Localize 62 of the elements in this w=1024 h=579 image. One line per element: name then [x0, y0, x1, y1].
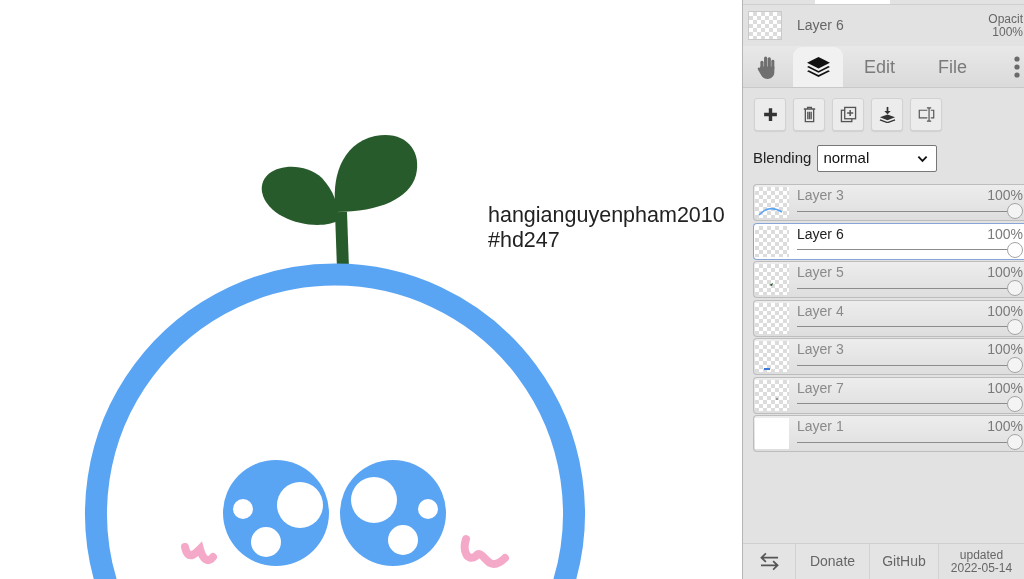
delete-layer-button[interactable] [793, 98, 825, 131]
layer-item[interactable]: Layer 5 100% [753, 261, 1024, 298]
hashtag-text: #hd247 [488, 228, 561, 253]
opacity-percent: 100% [987, 225, 1024, 242]
layer-name: Layer 6 [797, 225, 844, 242]
opacity-value: 100% [992, 25, 1023, 39]
slider-thumb[interactable] [1007, 280, 1023, 296]
layer-item[interactable]: Layer 4 100% [753, 299, 1024, 337]
more-options-icon[interactable] [1014, 55, 1020, 78]
layer-item[interactable]: Layer 6 100% [753, 222, 1024, 260]
slider-thumb[interactable] [1007, 434, 1023, 450]
opacity-slider[interactable] [797, 280, 1023, 296]
opacity-percent: 100% [987, 418, 1024, 434]
opacity-slider[interactable] [797, 318, 1023, 335]
chevron-down-icon [917, 154, 929, 163]
plus-icon [761, 106, 779, 123]
layer-name: Layer 3 [797, 341, 844, 357]
slider-thumb[interactable] [1007, 203, 1023, 219]
opacity-percent: 100% [987, 264, 1024, 280]
rename-layer-button[interactable] [910, 98, 942, 131]
opacity-percent: 100% [987, 302, 1024, 319]
layer-name: Layer 5 [797, 264, 844, 280]
layers-tab[interactable] [793, 47, 843, 87]
blush-mark [460, 535, 509, 568]
duplicate-icon [839, 106, 857, 123]
swap-arrows-icon [758, 552, 780, 571]
blush-mark [181, 543, 217, 565]
opacity-percent: 100% [987, 379, 1024, 396]
current-layer-name: Layer 6 [797, 16, 844, 35]
layer-name: Layer 1 [797, 418, 844, 434]
opacity-slider[interactable] [797, 203, 1023, 219]
blending-label: Blending [753, 148, 812, 169]
add-layer-button[interactable] [754, 98, 786, 131]
layer-item[interactable]: Layer 3 100% [753, 184, 1024, 221]
merge-down-button[interactable] [871, 98, 903, 131]
opacity-slider[interactable] [797, 241, 1023, 258]
text-cursor-box-icon [917, 106, 935, 123]
blending-select[interactable]: normal [817, 145, 938, 172]
opacity-slider[interactable] [797, 357, 1023, 373]
slider-thumb[interactable] [1007, 241, 1023, 258]
opacity-slider[interactable] [797, 395, 1023, 412]
menu-tab[interactable]: File [916, 47, 989, 87]
layer-name: Layer 3 [797, 187, 844, 203]
updated-label: updated [958, 548, 1005, 562]
signature-text: hangianguyenpham2010 [488, 203, 725, 228]
layer-item[interactable]: Layer 1 100% [753, 415, 1024, 452]
opacity-percent: 100% [987, 341, 1024, 357]
duplicate-layer-button[interactable] [832, 98, 864, 131]
slider-thumb[interactable] [1007, 357, 1023, 373]
merge-down-icon [878, 106, 896, 123]
layer-item[interactable]: Layer 3 100% [753, 338, 1024, 375]
layers-icon [805, 54, 831, 80]
layer-item[interactable]: Layer 7 100% [753, 376, 1024, 414]
menu-tab[interactable]: Edit [843, 47, 916, 87]
updated-date: 2022-05-14 [949, 561, 1014, 575]
layer-name: Layer 7 [797, 379, 844, 396]
slider-thumb[interactable] [1007, 395, 1023, 412]
opacity-label: Opacit [988, 12, 1023, 26]
opacity-percent: 100% [987, 187, 1024, 203]
slider-thumb[interactable] [1007, 318, 1023, 335]
opacity-slider[interactable] [797, 434, 1023, 450]
layer-name: Layer 4 [797, 302, 844, 319]
